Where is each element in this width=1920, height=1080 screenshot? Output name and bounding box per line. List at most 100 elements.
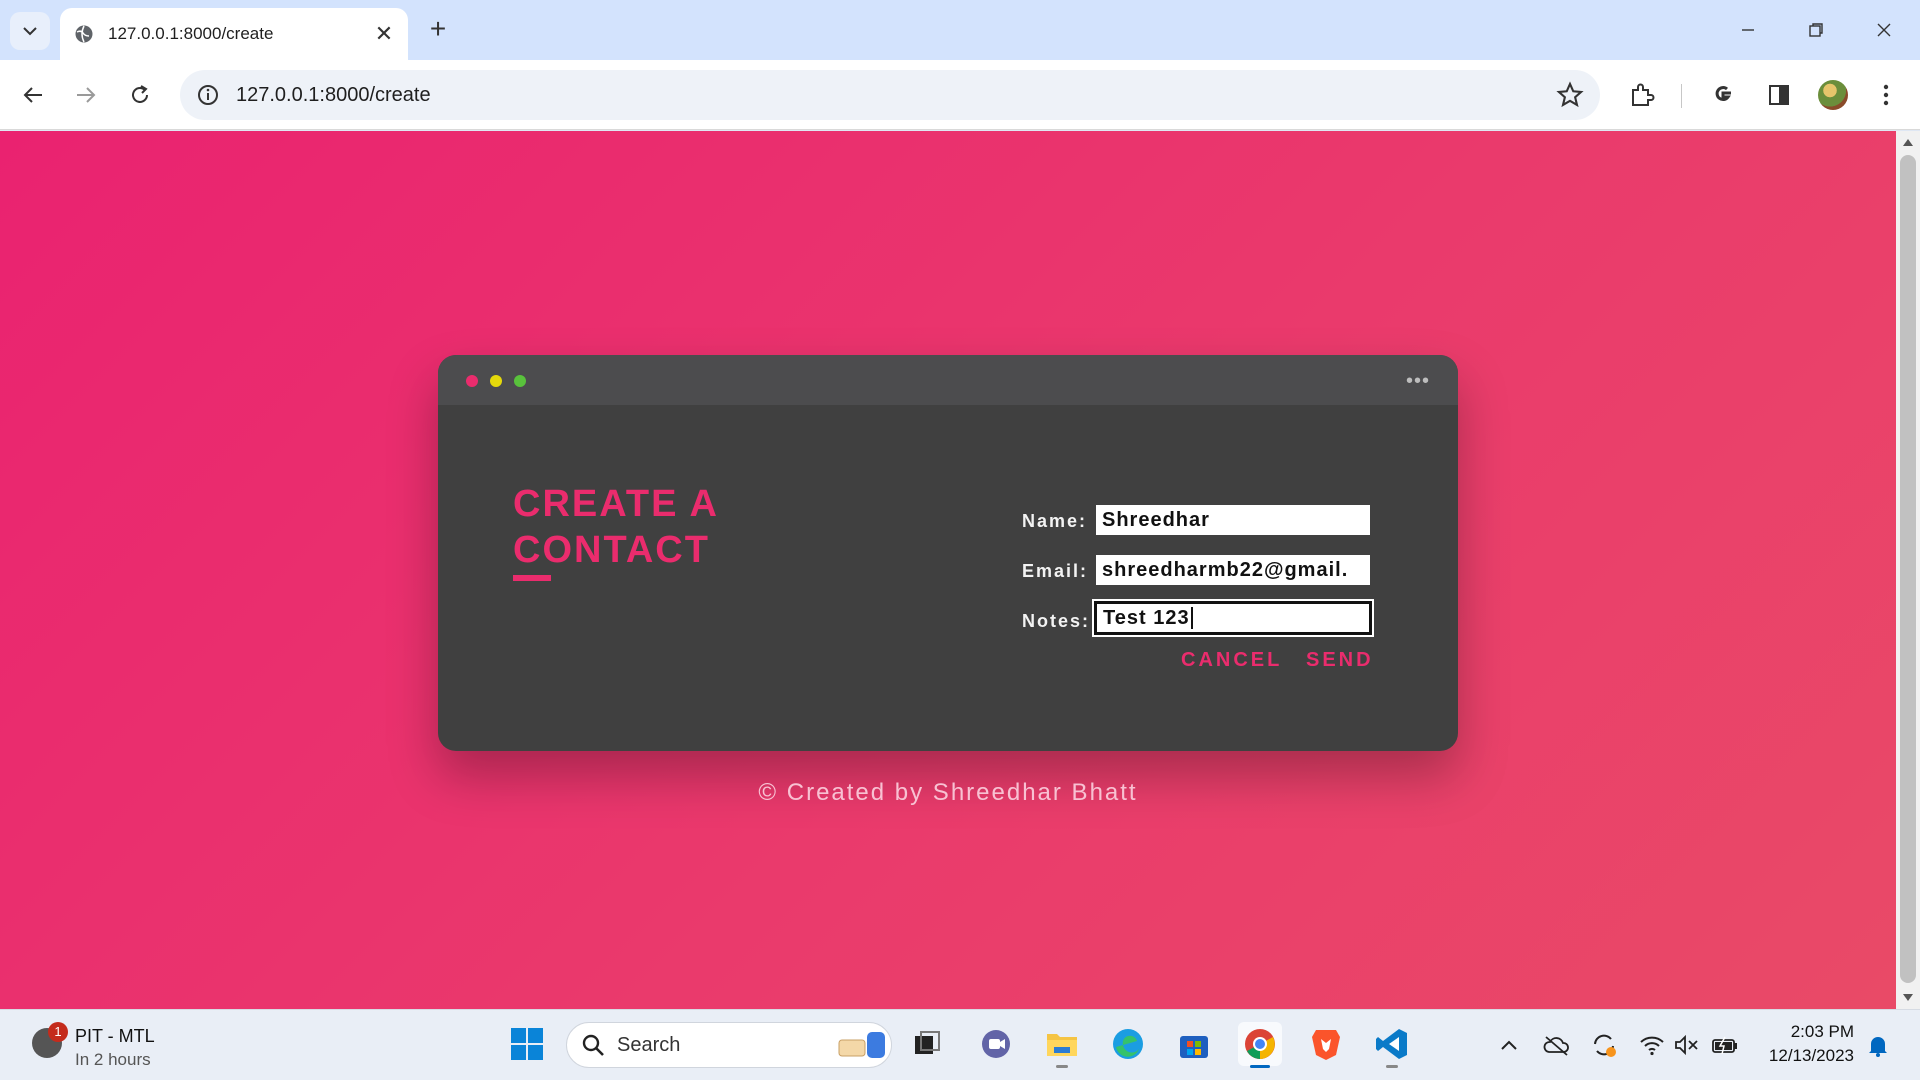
arrow-right-icon <box>77 87 96 103</box>
sync-button[interactable] <box>1589 1030 1619 1060</box>
tab-title: 127.0.0.1:8000/create <box>108 24 274 43</box>
contact-form-card: ••• CREATE A CONTACT Name: Shreedhar Ema… <box>438 355 1458 751</box>
restore-button[interactable] <box>1792 12 1840 48</box>
vscode-button[interactable] <box>1370 1022 1414 1068</box>
chrome-icon <box>1245 1029 1275 1059</box>
active-indicator <box>1250 1065 1270 1068</box>
system-clock[interactable]: 2:03 PM 12/13/2023 <box>1756 1020 1854 1068</box>
extensions-button[interactable] <box>1624 77 1660 113</box>
battery-charging-icon <box>1712 1036 1737 1055</box>
title-underline <box>513 575 551 581</box>
page-title: CREATE A CONTACT <box>513 483 718 571</box>
window-dot-red <box>466 375 478 387</box>
bell-icon <box>1869 1037 1887 1057</box>
tab-strip: 127.0.0.1:8000/create ✕ + <box>0 0 1920 60</box>
minimize-button[interactable] <box>1724 12 1772 48</box>
reload-icon <box>132 85 148 103</box>
browser-tab[interactable]: 127.0.0.1:8000/create ✕ <box>60 8 408 60</box>
close-tab-icon[interactable]: ✕ <box>374 23 394 45</box>
cancel-button[interactable]: CANCEL <box>1181 649 1282 672</box>
email-field[interactable]: shreedharmb22@gmail. <box>1096 555 1370 585</box>
back-button[interactable] <box>13 75 53 115</box>
search-highlight-icon <box>838 1032 885 1058</box>
card-title-bar: ••• <box>438 355 1458 405</box>
reload-button[interactable] <box>120 75 160 115</box>
start-button[interactable] <box>505 1022 549 1066</box>
info-icon[interactable] <box>196 83 220 107</box>
window-dot-yellow <box>490 375 502 387</box>
teams-chat-button[interactable] <box>974 1022 1018 1066</box>
file-explorer-button[interactable] <box>1040 1022 1084 1068</box>
google-extension-button[interactable] <box>1705 77 1741 113</box>
avatar <box>1818 80 1848 110</box>
widget-subtitle: In 2 hours <box>75 1050 151 1069</box>
notes-label: Notes: <box>1022 611 1091 631</box>
tab-search-button[interactable] <box>10 12 50 50</box>
chrome-button[interactable] <box>1238 1022 1282 1068</box>
search-label: Search <box>617 1033 681 1056</box>
running-indicator <box>1056 1065 1068 1068</box>
widget-title: PIT - MTL <box>75 1026 155 1046</box>
browser-toolbar: 127.0.0.1:8000/create <box>0 60 1920 130</box>
forward-button[interactable] <box>66 75 106 115</box>
task-view-icon <box>915 1031 940 1054</box>
store-icon <box>1180 1036 1208 1058</box>
name-label: Name: <box>1022 511 1088 531</box>
edge-button[interactable] <box>1106 1022 1150 1066</box>
page-scrollbar[interactable] <box>1896 131 1920 1009</box>
minimize-icon <box>1742 29 1754 31</box>
onedrive-button[interactable] <box>1541 1030 1571 1060</box>
wifi-button[interactable] <box>1637 1030 1667 1060</box>
store-button[interactable] <box>1172 1022 1216 1066</box>
new-tab-button[interactable]: + <box>422 14 454 46</box>
volume-button[interactable] <box>1672 1030 1702 1060</box>
close-window-button[interactable] <box>1860 12 1908 48</box>
task-view-button[interactable] <box>905 1022 949 1066</box>
page-viewport: ••• CREATE A CONTACT Name: Shreedhar Ema… <box>0 131 1896 1009</box>
scrollbar-thumb[interactable] <box>1900 155 1916 983</box>
battery-button[interactable] <box>1710 1030 1740 1060</box>
more-vertical-icon <box>1883 84 1889 106</box>
brave-lion-icon <box>1312 1030 1340 1060</box>
email-label: Email: <box>1022 561 1089 581</box>
side-panel-icon <box>1769 85 1789 105</box>
cloud-offline-icon <box>1543 1036 1569 1056</box>
address-bar[interactable]: 127.0.0.1:8000/create <box>180 70 1600 120</box>
windows-logo-icon <box>511 1028 543 1060</box>
wifi-icon <box>1640 1036 1664 1056</box>
search-icon <box>582 1034 604 1056</box>
toolbar-divider <box>1681 84 1682 108</box>
notifications-button[interactable] <box>1863 1030 1893 1060</box>
windows-taskbar: 1 PIT - MTL In 2 hours Search 2:03 PM 12… <box>0 1009 1920 1080</box>
notes-field[interactable]: Test 123​ <box>1092 599 1374 637</box>
chat-icon <box>982 1030 1010 1058</box>
folder-icon <box>1047 1034 1077 1056</box>
more-horizontal-icon[interactable]: ••• <box>1406 371 1430 391</box>
brave-button[interactable] <box>1304 1022 1348 1066</box>
vscode-icon <box>1376 1029 1407 1059</box>
profile-button[interactable] <box>1815 77 1851 113</box>
footer-credit: © Created by Shreedhar Bhatt <box>758 779 1138 806</box>
name-field[interactable]: Shreedhar <box>1096 505 1370 535</box>
sync-icon <box>1594 1034 1616 1057</box>
weather-widget[interactable]: 1 PIT - MTL In 2 hours <box>28 1020 228 1070</box>
taskbar-search[interactable]: Search <box>566 1022 892 1068</box>
bookmark-star-icon[interactable] <box>1556 81 1584 109</box>
puzzle-icon <box>1632 83 1655 106</box>
url-text[interactable]: 127.0.0.1:8000/create <box>236 84 1556 107</box>
scroll-up-icon[interactable] <box>1903 139 1913 146</box>
notes-value: Test 123 <box>1103 607 1190 629</box>
chevron-down-icon <box>23 27 37 36</box>
send-button[interactable]: SEND <box>1306 649 1374 672</box>
text-cursor: ​ <box>1190 607 1193 629</box>
chevron-up-icon <box>1501 1040 1517 1050</box>
show-hidden-icons-button[interactable] <box>1494 1030 1524 1060</box>
window-dot-green <box>514 375 526 387</box>
clock-date: 12/13/2023 <box>1768 1046 1854 1065</box>
notification-badge: 1 <box>48 1022 68 1042</box>
scroll-down-icon[interactable] <box>1903 994 1913 1001</box>
arrow-left-icon <box>23 87 42 103</box>
google-g-icon <box>1715 86 1731 102</box>
side-panel-button[interactable] <box>1761 77 1797 113</box>
menu-button[interactable] <box>1868 77 1904 113</box>
